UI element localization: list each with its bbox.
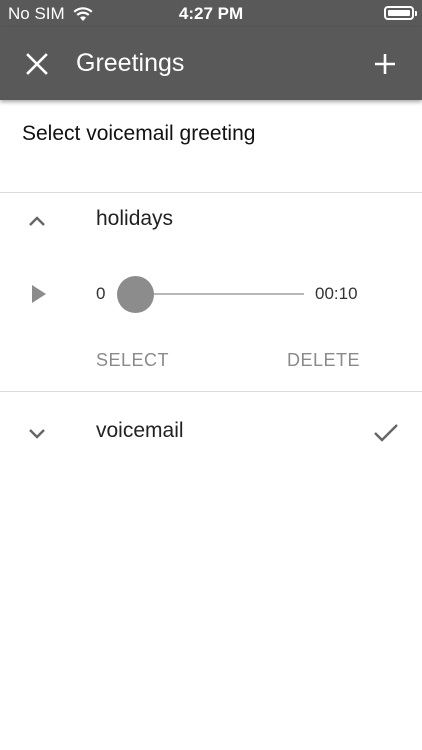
greeting-row-voicemail[interactable]: voicemail (0, 404, 422, 460)
page-title: Greetings (76, 49, 185, 77)
select-button[interactable]: SELECT (96, 350, 169, 371)
status-bar: No SIM 4:27 PM (0, 0, 422, 27)
chevron-down-icon[interactable] (24, 420, 50, 446)
slider-thumb[interactable] (117, 276, 154, 313)
app-bar: Greetings (0, 27, 422, 100)
chevron-up-icon[interactable] (24, 208, 50, 234)
play-icon[interactable] (24, 280, 52, 308)
close-icon (26, 53, 48, 75)
greeting-row-holidays[interactable]: holidays (0, 192, 422, 248)
duration-time: 00:10 (315, 284, 358, 303)
section-heading: Select voicemail greeting (22, 122, 256, 145)
add-greeting-button[interactable] (362, 41, 408, 87)
checkmark-icon (374, 424, 398, 442)
greetings-screen: No SIM 4:27 PM Greetings Select voicemai… (0, 0, 422, 750)
divider (0, 391, 422, 392)
current-time: 0:00 (96, 284, 106, 303)
greeting-label: holidays (96, 207, 174, 230)
plus-icon (375, 54, 395, 74)
delete-button[interactable]: DELETE (287, 350, 360, 371)
close-button[interactable] (14, 41, 60, 87)
status-time: 4:27 PM (178, 4, 244, 23)
greeting-label: voicemail (96, 419, 184, 442)
battery-icon (384, 6, 417, 20)
